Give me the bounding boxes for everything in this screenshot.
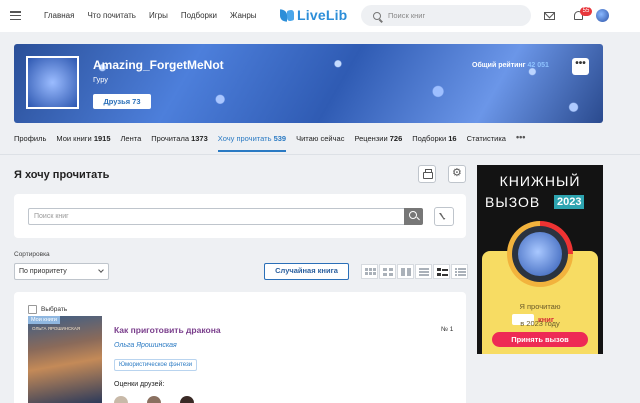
- book-cover[interactable]: Мои книги ОЛЬГА ЯРОШИНСКАЯ: [28, 316, 102, 403]
- book-list: Выбрать Мои книги ОЛЬГА ЯРОШИНСКАЯ Как п…: [14, 292, 466, 403]
- header-search-placeholder: Поиск книг: [388, 11, 426, 20]
- nav-link-collections[interactable]: Подборки: [181, 11, 217, 20]
- cover-author-text: ОЛЬГА ЯРОШИНСКАЯ: [32, 326, 81, 331]
- nav-link-games[interactable]: Игры: [149, 11, 168, 20]
- profile-rank: Гуру: [93, 75, 109, 84]
- select-checkbox[interactable]: [28, 305, 37, 314]
- book-number: № 1: [441, 326, 454, 333]
- notification-badge: 55: [580, 7, 592, 16]
- nav-link-recommend[interactable]: Что почитать: [87, 11, 136, 20]
- chevron-down-icon: [98, 267, 104, 273]
- book-logo-icon: [280, 8, 294, 22]
- ad-text-year: в 2023 году: [520, 319, 560, 328]
- tab-collections[interactable]: Подборки 16: [412, 130, 456, 152]
- book-author-link[interactable]: Ольга Ярошинская: [114, 342, 177, 349]
- main-nav: Главная Что почитать Игры Подборки Жанры: [44, 11, 270, 20]
- book-title-link[interactable]: Как приготовить дракона: [114, 325, 221, 335]
- my-books-tag: Мои книги: [28, 316, 60, 324]
- gear-icon[interactable]: [448, 165, 466, 183]
- ad-line-1: КНИЖНЫЙ: [499, 173, 581, 189]
- tabs-divider: [0, 154, 640, 155]
- search-submit-icon[interactable]: [404, 208, 423, 225]
- profile-tabs: Профиль Мои книги 1915 Лента Прочитала 1…: [0, 130, 640, 155]
- tab-statistics[interactable]: Статистика: [467, 130, 506, 152]
- rating-label: Общий рейтинг: [472, 62, 526, 69]
- genre-tag[interactable]: Юмористическое фэнтези: [114, 359, 198, 371]
- friend-avatar[interactable]: [180, 396, 194, 403]
- ad-year-badge: 2023: [554, 195, 585, 209]
- sort-label: Сортировка: [14, 251, 50, 258]
- sort-select[interactable]: По приоритету: [14, 263, 109, 280]
- friend-avatar[interactable]: [147, 396, 161, 403]
- tab-my-books[interactable]: Мои книги 1915: [56, 130, 110, 152]
- view-compact-list-icon[interactable]: [451, 264, 468, 279]
- top-navigation: Главная Что почитать Игры Подборки Жанры…: [0, 0, 640, 32]
- random-book-button[interactable]: Случайная книга: [264, 263, 349, 280]
- page-title: Я хочу прочитать: [14, 169, 110, 181]
- ad-text-read: Я прочитаю: [519, 302, 561, 311]
- sort-value: По приоритету: [19, 268, 67, 275]
- accept-challenge-button[interactable]: Принять вызов: [492, 332, 588, 347]
- filter-icon[interactable]: [434, 207, 454, 226]
- friends-button[interactable]: Друзья 73: [93, 94, 151, 109]
- friend-avatar[interactable]: [114, 396, 128, 403]
- profile-avatar[interactable]: [26, 56, 79, 109]
- friends-ratings-label: Оценки друзей:: [114, 381, 165, 388]
- view-tiles-icon[interactable]: [397, 264, 414, 279]
- site-logo[interactable]: LiveLib: [280, 7, 347, 23]
- print-icon[interactable]: [418, 165, 436, 183]
- profile-more-button[interactable]: •••: [572, 58, 589, 75]
- tab-feed[interactable]: Лента: [121, 130, 142, 152]
- profile-username: Amazing_ForgetMeNot: [93, 58, 224, 72]
- select-label: Выбрать: [41, 306, 68, 313]
- menu-icon[interactable]: [10, 11, 21, 21]
- rating-value: 42 051: [527, 62, 549, 69]
- tab-profile[interactable]: Профиль: [14, 130, 46, 152]
- tabs-more-button[interactable]: •••: [516, 130, 525, 155]
- ad-line-2: ВЫЗОВ: [485, 194, 541, 210]
- view-grid-large-icon[interactable]: [361, 264, 378, 279]
- user-avatar[interactable]: [596, 9, 609, 22]
- view-list-icon[interactable]: [415, 264, 432, 279]
- search-icon: [373, 11, 381, 20]
- view-switcher: [361, 264, 469, 279]
- nav-link-genres[interactable]: Жанры: [230, 11, 257, 20]
- logo-text: LiveLib: [297, 7, 348, 23]
- view-detailed-list-icon[interactable]: [433, 264, 450, 279]
- tab-want-to-read[interactable]: Хочу прочитать 539: [217, 130, 287, 152]
- tab-reviews[interactable]: Рецензии 726: [354, 130, 402, 152]
- nav-link-home[interactable]: Главная: [44, 11, 74, 20]
- list-search-input[interactable]: Поиск книг: [28, 208, 408, 225]
- profile-banner: Amazing_ForgetMeNot Гуру Друзья 73 Общий…: [14, 44, 603, 123]
- ad-avatar: [518, 232, 562, 276]
- view-grid-small-icon[interactable]: [379, 264, 396, 279]
- tab-reading-now[interactable]: Читаю сейчас: [296, 130, 344, 152]
- tab-read[interactable]: Прочитала 1373: [151, 130, 208, 152]
- list-search-card: Поиск книг: [14, 194, 466, 238]
- profile-rating: Общий рейтинг 42 051: [472, 62, 549, 69]
- header-search-input[interactable]: Поиск книг: [361, 5, 531, 26]
- mail-icon[interactable]: [544, 12, 555, 20]
- reading-challenge-ad[interactable]: КНИЖНЫЙ ВЫЗОВ 2023 Я прочитаю книг в 202…: [477, 165, 603, 354]
